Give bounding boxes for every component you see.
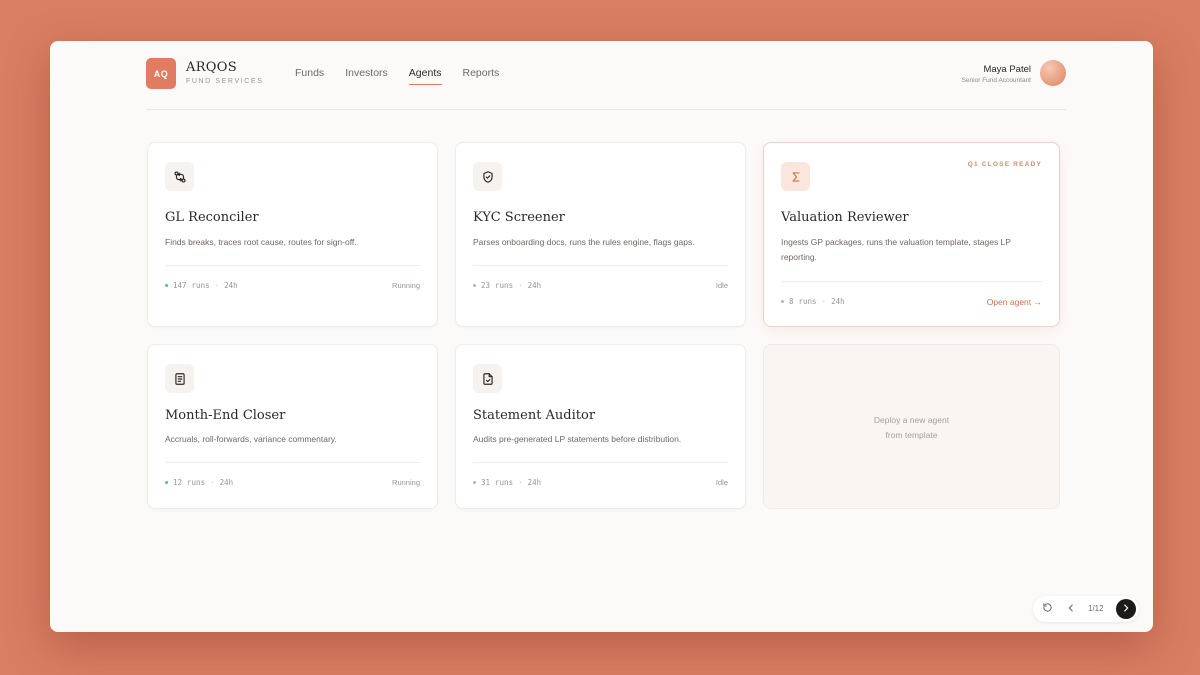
shield-check-icon: [473, 162, 502, 191]
runs-count: 12: [173, 478, 183, 487]
deploy-line-1: Deploy a new agent: [873, 415, 950, 425]
card-description: Accruals, roll-forwards, variance commen…: [165, 434, 337, 444]
nav-agents[interactable]: Agents: [408, 67, 442, 85]
meta-separator: ·: [214, 281, 220, 290]
runs-count: 147: [173, 281, 187, 290]
runs-unit: runs: [798, 297, 817, 306]
chevron-right-icon: [1121, 600, 1131, 618]
slide-pager: 1/12: [1033, 596, 1139, 622]
card-meta: 8 runs · 24h: [781, 297, 845, 306]
meta-separator: ·: [518, 281, 523, 290]
card-meta: 12 runs · 24h: [165, 478, 233, 487]
card-title: GL Reconciler: [165, 210, 259, 225]
card-description: Audits pre-generated LP statements befor…: [473, 434, 682, 444]
app-window: AQ ARQOS FUND SERVICES Funds Investors A…: [50, 41, 1153, 632]
file-check-icon: [473, 364, 502, 393]
page-counter: 1/12: [1088, 604, 1104, 613]
runs-unit: runs: [495, 281, 514, 290]
card-title: Statement Auditor: [473, 408, 596, 423]
user-name: Maya Patel: [983, 64, 1031, 75]
card-title: KYC Screener: [473, 210, 565, 225]
runs-count: 8: [789, 297, 794, 306]
deploy-line-2: from template: [885, 430, 938, 440]
agent-card-month-end-closer[interactable]: Month-End Closer Accruals, roll-forwards…: [147, 344, 438, 509]
status-dot: [165, 481, 168, 484]
brand-subtitle: FUND SERVICES: [186, 78, 264, 85]
deploy-new-agent-card[interactable]: Deploy a new agent from template: [763, 344, 1060, 509]
card-meta: 31 runs · 24h: [473, 478, 541, 487]
avatar[interactable]: [1040, 60, 1066, 86]
runs-window: 24h: [527, 478, 542, 487]
card-divider: [473, 462, 728, 463]
card-divider: [473, 265, 728, 266]
next-button[interactable]: [1116, 599, 1136, 619]
card-description: Finds breaks, traces root cause, routes …: [165, 237, 357, 247]
card-title: Month-End Closer: [165, 408, 286, 423]
status-label: Running: [392, 478, 420, 487]
runs-unit: runs: [187, 478, 206, 487]
card-meta: 147 runs · 24h: [165, 281, 238, 290]
previous-button[interactable]: [1061, 599, 1081, 619]
agent-card-valuation-reviewer[interactable]: Q1 CLOSE READY Valuation Reviewer Ingest…: [763, 142, 1060, 327]
header-divider: [146, 109, 1066, 110]
meta-separator: ·: [821, 297, 827, 306]
meta-separator: ·: [518, 478, 523, 487]
restart-button[interactable]: [1037, 599, 1057, 619]
agent-card-kyc-screener[interactable]: KYC Screener Parses onboarding docs, run…: [455, 142, 746, 327]
runs-window: 24h: [219, 478, 234, 487]
card-description: Parses onboarding docs, runs the rules e…: [473, 237, 695, 247]
runs-window: 24h: [224, 281, 238, 290]
chevron-left-icon: [1066, 600, 1076, 618]
card-divider: [165, 265, 420, 266]
card-description: Ingests GP packages, runs the valuation …: [781, 237, 1011, 262]
status-label: Idle: [715, 281, 728, 290]
git-compare-icon: [165, 162, 194, 191]
card-meta: 23 runs · 24h: [473, 281, 541, 290]
refresh-icon: [1042, 600, 1053, 618]
nav-investors[interactable]: Investors: [345, 67, 388, 84]
card-title: Valuation Reviewer: [781, 210, 909, 225]
document-list-icon: [165, 364, 194, 393]
runs-window: 24h: [527, 281, 542, 290]
status-dot: [165, 284, 168, 287]
status-label: Running: [392, 281, 420, 290]
close-ready-badge: Q1 CLOSE READY: [967, 161, 1042, 168]
runs-unit: runs: [191, 281, 210, 290]
status-label: Idle: [715, 478, 728, 487]
runs-count: 23: [481, 281, 491, 290]
agent-card-statement-auditor[interactable]: Statement Auditor Audits pre-generated L…: [455, 344, 746, 509]
status-dot: [781, 300, 784, 303]
open-agent-link[interactable]: Open agent →: [987, 297, 1042, 307]
deploy-text: Deploy a new agent from template: [764, 413, 1059, 443]
brand-name: ARQOS: [186, 60, 237, 75]
status-dot: [473, 284, 476, 287]
runs-unit: runs: [495, 478, 514, 487]
nav-reports[interactable]: Reports: [463, 67, 500, 84]
sigma-icon: [781, 162, 810, 191]
card-divider: [165, 462, 420, 463]
runs-window: 24h: [831, 297, 845, 306]
agent-card-gl-reconciler[interactable]: GL Reconciler Finds breaks, traces root …: [147, 142, 438, 327]
meta-separator: ·: [210, 478, 215, 487]
card-divider: [781, 281, 1042, 282]
user-role: Senior Fund Accountant: [961, 77, 1031, 84]
nav-funds[interactable]: Funds: [295, 67, 324, 84]
main-nav: Funds Investors Agents Reports: [295, 67, 500, 85]
runs-count: 31: [481, 478, 491, 487]
status-dot: [473, 481, 476, 484]
brand-logo[interactable]: AQ: [146, 58, 176, 89]
